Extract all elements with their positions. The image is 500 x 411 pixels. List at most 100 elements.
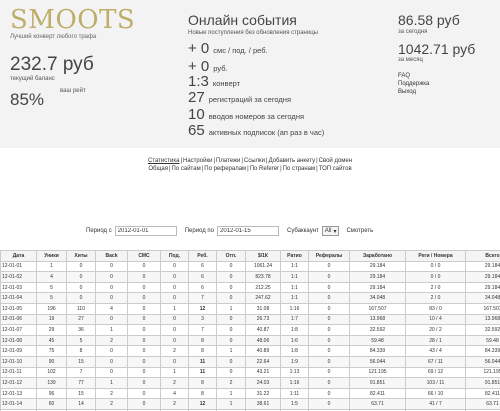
slogan: Лучший конверт любого трафа: [10, 34, 97, 40]
period-filter: Период с Период по Субаккаунт All▾ Смотр…: [86, 226, 376, 236]
date-from-input[interactable]: [114, 226, 177, 236]
table-cell: 1:16: [280, 302, 309, 315]
table-cell: 1:16: [280, 377, 309, 389]
table-cell: 0: [127, 313, 161, 326]
table-cell: 0: [216, 260, 246, 273]
table-cell: 0: [127, 366, 161, 379]
table-cell: 84.339: [349, 345, 406, 357]
table-cell: 82.411: [349, 387, 406, 400]
table-cell: 1: [216, 398, 246, 410]
table-cell: 43 / 4: [405, 345, 466, 357]
table-cell: 0: [160, 324, 189, 336]
table-cell: 1:1: [280, 281, 309, 294]
subnav-by-countries[interactable]: По странам: [283, 166, 316, 172]
table-cell: 12-01-12: [0, 377, 37, 389]
nav-links[interactable]: Ссылки: [244, 158, 265, 164]
table-cell: 8: [188, 387, 217, 400]
table-cell: 0: [216, 366, 246, 379]
subnav-by-sites[interactable]: По сайтам: [172, 166, 201, 172]
table-cell: 12-01-06: [0, 313, 37, 326]
table-cell: 2: [160, 345, 189, 357]
table-cell: 1: [216, 302, 246, 315]
column-header: Под.: [160, 250, 189, 262]
stats-table: Дата Уники Хиты Back СМС Под. Реб. Отп. $/1К Рати…: [0, 250, 500, 411]
table-cell: 32.592: [465, 324, 500, 336]
logo[interactable]: SMOOTS: [10, 5, 135, 35]
table-cell: 84.339: [465, 345, 500, 357]
table-cell: 0: [308, 345, 350, 357]
from-label: Период с: [86, 228, 112, 234]
table-cell: 247.62: [245, 292, 281, 304]
table-cell: 6: [188, 281, 217, 294]
balance-value: 232.7 руб: [10, 54, 94, 75]
table-cell: 4: [95, 302, 128, 315]
table-cell: 31.08: [245, 302, 281, 315]
table-cell: 0: [308, 281, 350, 294]
main-nav: Статистика|Настройки|Платежи|Ссылки|Доба…: [147, 158, 353, 164]
table-cell: 5: [66, 334, 96, 347]
table-cell: 59.48: [465, 334, 500, 347]
table-cell: 90: [36, 355, 67, 368]
nav-settings[interactable]: Настройки: [183, 158, 212, 164]
table-cell: 0: [95, 281, 128, 294]
table-cell: 34.048: [465, 292, 500, 304]
table-cell: 6: [188, 260, 217, 273]
table-cell: 0: [160, 292, 189, 304]
table-row: 12-01-11 102 7 0 0 1 11 0 43.21 1:13 0 121.195 69 / …: [0, 366, 500, 379]
month-label: за месяц: [398, 57, 423, 63]
table-cell: 1:1: [280, 271, 309, 283]
chevron-down-icon: ▾: [333, 228, 337, 235]
table-cell: 0: [95, 345, 128, 357]
table-cell: 40.87: [245, 324, 281, 336]
table-cell: 8: [188, 377, 217, 389]
table-row: 12-01-13 96 15 2 0 4 8 1 31.22 1:11 0 82.411 66 / 10…: [0, 387, 500, 400]
table-cell: 29.184: [349, 260, 406, 273]
table-cell: 0: [216, 334, 246, 347]
nav-payments[interactable]: Платежи: [216, 158, 240, 164]
table-cell: 32.592: [349, 324, 406, 336]
table-cell: 43.21: [245, 366, 281, 379]
table-cell: 2: [95, 398, 128, 410]
table-cell: 0: [160, 260, 189, 273]
table-cell: 14: [66, 398, 96, 410]
table-cell: 0: [95, 366, 128, 379]
subnav-general[interactable]: Общая: [148, 166, 168, 172]
online-subtitle: Новые поступления без обновления страниц…: [188, 30, 318, 36]
subnav-by-referer[interactable]: По Referer: [250, 166, 279, 172]
table-cell: 1:1: [280, 292, 309, 304]
table-cell: 20 / 2: [405, 324, 466, 336]
nav-statistics[interactable]: Статистика: [148, 158, 180, 164]
table-cell: 36: [66, 324, 96, 336]
table-row: 12-01-01 1 0 0 0 0 6 0 1061.24 1:1 0 29.184 0 / 0 29.…: [0, 260, 500, 273]
subnav-by-referrals[interactable]: По рефералам: [204, 166, 246, 172]
table-cell: 0: [216, 271, 246, 283]
table-cell: 0: [127, 302, 161, 315]
column-header: Реги / Номера: [405, 250, 466, 262]
date-to-input[interactable]: [217, 226, 280, 236]
nav-add-profile[interactable]: Добавить анкету: [269, 158, 315, 164]
table-cell: 0: [127, 292, 161, 304]
submit-button[interactable]: Смотреть: [343, 228, 376, 234]
table-cell: 102: [36, 366, 67, 379]
table-cell: 0: [127, 334, 161, 347]
table-cell: 1:9: [280, 355, 309, 368]
table-cell: 91.851: [349, 377, 406, 389]
table-cell: 66 / 10: [405, 387, 466, 400]
faq-link[interactable]: FAQ: [398, 72, 429, 80]
header-panel: SMOOTS Лучший конверт любого трафа 232.7…: [0, 0, 500, 148]
logout-link[interactable]: Выход: [398, 88, 429, 96]
support-link[interactable]: Поддержка: [398, 80, 429, 88]
table-cell: 12: [188, 398, 217, 410]
table-row: 12-01-05 196 110 4 0 1 12 1 31.08 1:16 0 167.507 83 …: [0, 302, 500, 315]
column-header: Уники: [36, 250, 67, 262]
table-cell: 0: [127, 281, 161, 294]
table-cell: 0: [66, 292, 96, 304]
table-cell: 0: [66, 260, 96, 273]
table-cell: 12-01-11: [0, 366, 37, 379]
subnav-top-sites[interactable]: ТОП сайтов: [319, 166, 352, 172]
subaccount-select[interactable]: All ▾: [321, 226, 340, 236]
column-header: Заработано: [349, 250, 406, 262]
nav-own-domain[interactable]: Свой домен: [319, 158, 352, 164]
table-cell: 2: [216, 377, 246, 389]
table-cell: 0: [308, 271, 350, 283]
